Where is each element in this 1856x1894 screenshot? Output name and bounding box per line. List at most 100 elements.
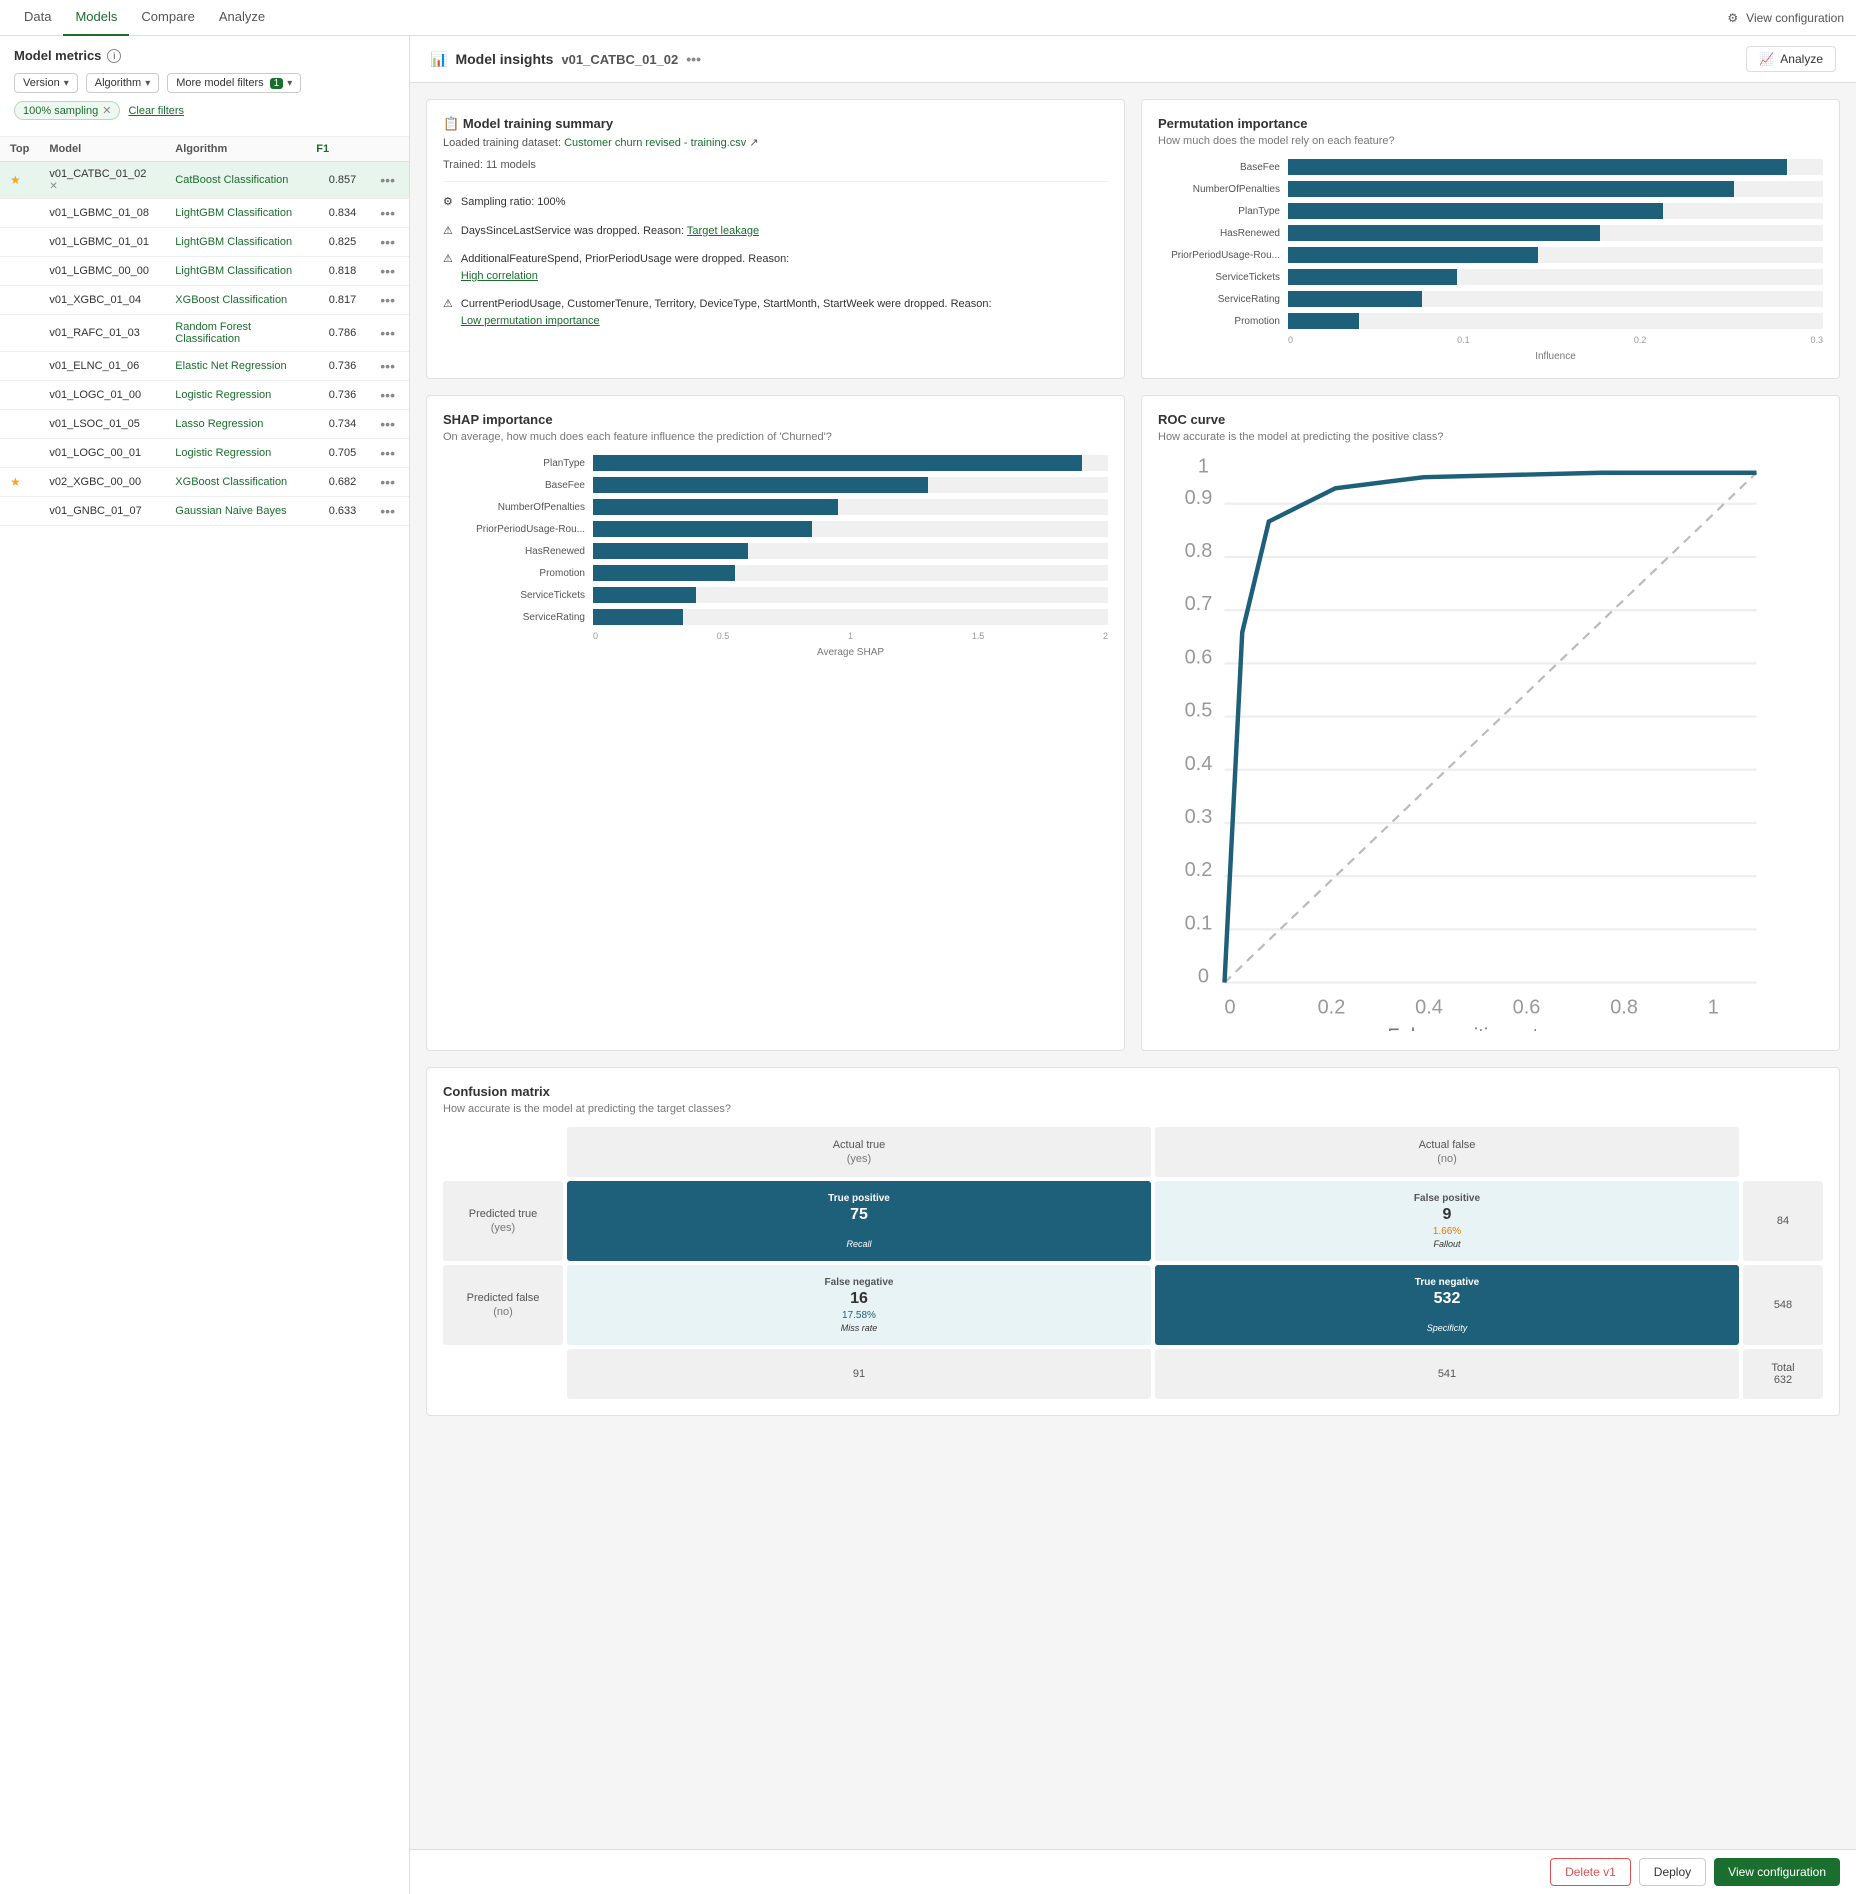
delete-button[interactable]: Delete v1 [1550,1858,1631,1886]
delete-model-icon[interactable]: ✕ [49,181,57,192]
row-dots-menu[interactable]: ••• [376,358,399,374]
row-dots-menu[interactable]: ••• [376,263,399,279]
table-row[interactable]: v01_LGBMC_01_08LightGBM Classification0.… [0,199,409,228]
row-dots-menu[interactable]: ••• [376,234,399,250]
view-config-nav[interactable]: ⚙ View configuration [1727,11,1844,25]
shap-bar-row: ServiceTickets [443,587,1108,603]
remove-sampling-filter[interactable]: ✕ [102,104,111,117]
algorithm-link[interactable]: LightGBM Classification [175,265,292,277]
info-icon[interactable]: i [107,49,121,63]
perm-axis: 0 0.1 0.2 0.3 [1158,335,1823,345]
algorithm-link[interactable]: Logistic Regression [175,389,271,401]
shap-bar-label: PlanType [443,458,593,469]
perm-bar-fill [1288,291,1422,307]
svg-text:0.2: 0.2 [1318,997,1346,1019]
nav-models[interactable]: Models [63,0,129,36]
roc-curve-card: ROC curve How accurate is the model at p… [1141,395,1840,1051]
perm-bar-fill [1288,181,1734,197]
cm-corner [443,1127,563,1177]
star-icon: ★ [10,475,21,489]
table-row[interactable]: v01_GNBC_01_07Gaussian Naive Bayes0.633•… [0,497,409,526]
f1-cell: 0.633 [306,497,366,526]
f1-cell: 0.682 [306,468,366,497]
perm-bar-row: Promotion [1158,313,1823,329]
col-top: Top [0,137,39,162]
table-row[interactable]: v01_LOGC_01_00Logistic Regression0.736••… [0,381,409,410]
low-perm-link[interactable]: Low permutation importance [461,315,600,327]
table-row[interactable]: v01_LOGC_00_01Logistic Regression0.705••… [0,439,409,468]
row-dots-menu[interactable]: ••• [376,416,399,432]
perm-bar-row: BaseFee [1158,159,1823,175]
row-dots-menu[interactable]: ••• [376,172,399,188]
table-row[interactable]: v01_LGBMC_00_00LightGBM Classification0.… [0,257,409,286]
insights-dots-menu[interactable]: ••• [686,51,701,67]
table-row[interactable]: v01_XGBC_01_04XGBoost Classification0.81… [0,286,409,315]
table-row[interactable]: v01_ELNC_01_06Elastic Net Regression0.73… [0,352,409,381]
perm-bar-fill [1288,203,1663,219]
nav-analyze[interactable]: Analyze [207,0,277,36]
cm-col2-total: 541 [1155,1349,1739,1399]
nav-data[interactable]: Data [12,0,63,36]
shap-bar-label: ServiceRating [443,612,593,623]
training-summary-card: 📋 Model training summary Loaded training… [426,99,1125,379]
svg-text:1: 1 [1708,997,1719,1019]
perm-bar-track [1288,313,1823,329]
shap-bar-row: HasRenewed [443,543,1108,559]
algorithm-link[interactable]: XGBoost Classification [175,476,287,488]
row-actions-cell: ••• [366,286,409,315]
row-dots-menu[interactable]: ••• [376,503,399,519]
col-f1[interactable]: F1 [306,137,366,162]
shap-bar-track [593,609,1108,625]
insight-top-row: 📋 Model training summary Loaded training… [426,99,1840,379]
row-actions-cell: ••• [366,439,409,468]
row-actions-cell: ••• [366,497,409,526]
algorithm-link[interactable]: CatBoost Classification [175,174,288,186]
shap-bar-fill [593,587,696,603]
row-dots-menu[interactable]: ••• [376,445,399,461]
dataset-link[interactable]: Customer churn revised - training.csv [564,137,746,149]
table-row[interactable]: ★v02_XGBC_00_00XGBoost Classification0.6… [0,468,409,497]
table-row[interactable]: v01_LGBMC_01_01LightGBM Classification0.… [0,228,409,257]
algorithm-link[interactable]: Random Forest Classification [175,321,251,345]
target-leakage-link[interactable]: Target leakage [687,225,759,237]
view-config-button[interactable]: View configuration [1714,1858,1840,1886]
row-dots-menu[interactable]: ••• [376,325,399,341]
row-dots-menu[interactable]: ••• [376,474,399,490]
shap-bar-track [593,565,1108,581]
col-model[interactable]: Model [39,137,165,162]
external-link-icon: ↗ [749,137,758,149]
algorithm-link[interactable]: Logistic Regression [175,447,271,459]
row-dots-menu[interactable]: ••• [376,387,399,403]
cm-tn-cell: True negative 532 98.34% Specificity [1155,1265,1739,1345]
algorithm-link[interactable]: Gaussian Naive Bayes [175,505,286,517]
table-row[interactable]: v01_RAFC_01_03Random Forest Classificati… [0,315,409,352]
algorithm-link[interactable]: Elastic Net Regression [175,360,286,372]
row-actions-cell: ••• [366,381,409,410]
row-dots-menu[interactable]: ••• [376,205,399,221]
algorithm-link[interactable]: Lasso Regression [175,418,263,430]
table-row[interactable]: v01_LSOC_01_05Lasso Regression0.734••• [0,410,409,439]
svg-text:0.4: 0.4 [1185,753,1213,775]
nav-compare[interactable]: Compare [129,0,206,36]
perm-bar-track [1288,291,1823,307]
clear-filters-btn[interactable]: Clear filters [128,105,184,117]
analyze-button[interactable]: 📈 Analyze [1746,46,1836,72]
dropped-item-1: ⚠ DaysSinceLastService was dropped. Reas… [443,223,1108,240]
algorithm-filter[interactable]: Algorithm ▾ [86,73,160,93]
cm-col1-total: 91 [567,1349,1151,1399]
algorithm-link[interactable]: LightGBM Classification [175,236,292,248]
row-actions-cell: ••• [366,228,409,257]
table-row[interactable]: ★v01_CATBC_01_02 ✕CatBoost Classificatio… [0,162,409,199]
shap-bar-label: PriorPeriodUsage-Rou... [443,524,593,535]
shap-bar-label: NumberOfPenalties [443,502,593,513]
algorithm-link[interactable]: LightGBM Classification [175,207,292,219]
shap-bar-row: ServiceRating [443,609,1108,625]
version-filter[interactable]: Version ▾ [14,73,78,93]
shap-bar-fill [593,455,1082,471]
deploy-button[interactable]: Deploy [1639,1858,1706,1886]
row-dots-menu[interactable]: ••• [376,292,399,308]
col-actions [366,137,409,162]
more-filters-btn[interactable]: More model filters 1 ▾ [167,73,301,93]
col-algorithm[interactable]: Algorithm [165,137,306,162]
algorithm-link[interactable]: XGBoost Classification [175,294,287,306]
